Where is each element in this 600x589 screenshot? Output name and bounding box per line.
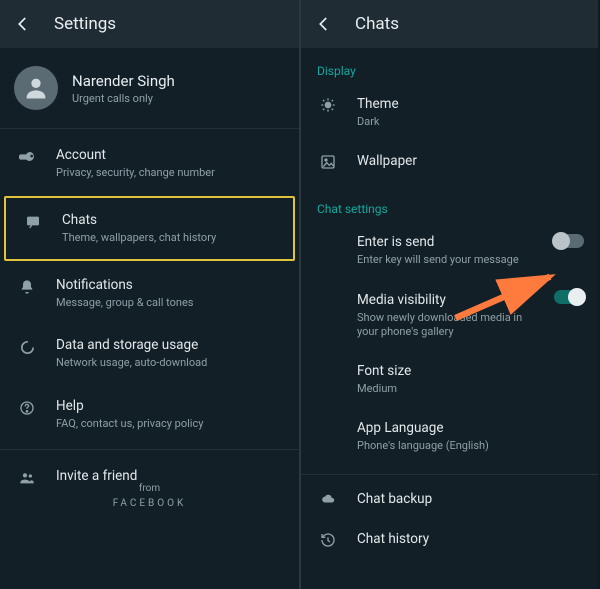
- item-label: Invite a friend: [56, 468, 137, 484]
- item-sub: Phone's language (English): [357, 439, 542, 453]
- chats-item-theme[interactable]: Theme Dark: [301, 84, 598, 141]
- settings-topbar: Settings: [0, 0, 299, 48]
- footer-brand: FACEBOOK: [0, 498, 299, 509]
- avatar: [14, 66, 58, 110]
- item-label: Chat history: [357, 531, 582, 547]
- item-label: Theme: [357, 96, 582, 112]
- footer: from FACEBOOK: [0, 483, 299, 509]
- item-label: Data and storage usage: [56, 337, 207, 353]
- profile-name: Narender Singh: [72, 72, 175, 90]
- item-label: App Language: [357, 420, 542, 436]
- item-sub: Enter key will send your message: [357, 253, 542, 267]
- help-icon: [16, 398, 38, 416]
- item-label: Account: [56, 147, 215, 163]
- back-arrow-icon[interactable]: [315, 15, 333, 33]
- chats-item-media-visibility[interactable]: Media visibility Show newly downloaded m…: [301, 280, 598, 352]
- divider: [301, 474, 598, 475]
- item-label: Media visibility: [357, 292, 542, 308]
- settings-item-help[interactable]: Help FAQ, contact us, privacy policy: [0, 384, 299, 445]
- theme-icon: [317, 96, 339, 113]
- item-sub: Dark: [357, 115, 582, 129]
- chats-title: Chats: [355, 14, 399, 34]
- item-label: Help: [56, 398, 203, 414]
- item-sub: Message, group & call tones: [56, 296, 193, 310]
- chats-item-backup[interactable]: Chat backup: [301, 479, 598, 519]
- settings-item-chats[interactable]: Chats Theme, wallpapers, chat history: [4, 196, 295, 261]
- chats-item-enter-send[interactable]: Enter is send Enter key will send your m…: [301, 222, 598, 279]
- item-label: Chats: [62, 212, 216, 228]
- wallpaper-icon: [317, 153, 339, 170]
- chats-item-history[interactable]: Chat history: [301, 519, 598, 560]
- profile-row[interactable]: Narender Singh Urgent calls only: [0, 48, 299, 128]
- data-usage-icon: [16, 337, 38, 356]
- section-chat-settings: Chat settings: [301, 182, 598, 222]
- bell-icon: [16, 277, 38, 295]
- enter-send-toggle[interactable]: [554, 234, 584, 248]
- chats-item-font-size[interactable]: Font size Medium: [301, 351, 598, 408]
- divider: [0, 449, 299, 450]
- footer-from: from: [0, 483, 299, 494]
- item-sub: Network usage, auto-download: [56, 356, 207, 370]
- item-label: Enter is send: [357, 234, 542, 250]
- item-label: Wallpaper: [357, 153, 582, 169]
- settings-item-data[interactable]: Data and storage usage Network usage, au…: [0, 323, 299, 384]
- item-sub: FAQ, contact us, privacy policy: [56, 417, 203, 431]
- item-label: Font size: [357, 363, 542, 379]
- back-arrow-icon[interactable]: [14, 15, 32, 33]
- media-visibility-toggle[interactable]: [554, 290, 584, 304]
- settings-pane: Settings Narender Singh Urgent calls onl…: [0, 0, 299, 589]
- item-sub: Privacy, security, change number: [56, 166, 215, 180]
- profile-status: Urgent calls only: [72, 92, 175, 105]
- chats-item-wallpaper[interactable]: Wallpaper: [301, 141, 598, 182]
- item-sub: Theme, wallpapers, chat history: [62, 231, 216, 245]
- key-icon: [16, 147, 38, 165]
- chats-pane: Chats Display Theme Dark Wallpaper Chat …: [299, 0, 598, 589]
- cloud-icon: [317, 491, 339, 506]
- section-display: Display: [301, 48, 598, 84]
- chats-topbar: Chats: [301, 0, 598, 48]
- divider: [0, 128, 299, 129]
- history-icon: [317, 531, 339, 548]
- settings-title: Settings: [54, 14, 116, 34]
- item-label: Notifications: [56, 277, 193, 293]
- item-label: Chat backup: [357, 491, 582, 507]
- settings-item-notifications[interactable]: Notifications Message, group & call tone…: [0, 263, 299, 324]
- chat-icon: [22, 212, 44, 230]
- chats-item-app-language[interactable]: App Language Phone's language (English): [301, 408, 598, 465]
- settings-item-account[interactable]: Account Privacy, security, change number: [0, 133, 299, 194]
- item-sub: Medium: [357, 382, 542, 396]
- item-sub: Show newly downloaded media in your phon…: [357, 311, 542, 340]
